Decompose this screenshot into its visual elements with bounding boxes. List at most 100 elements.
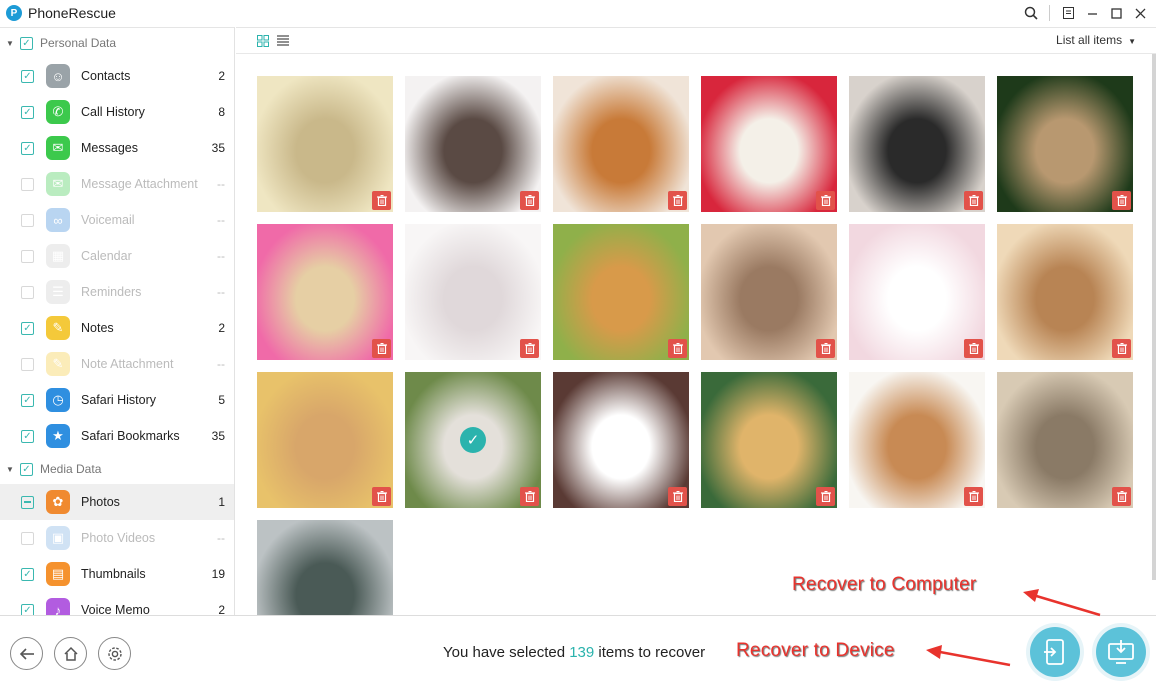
photo-thumbnail[interactable]: [553, 224, 689, 360]
sidebar-item-call-history[interactable]: ✓ ✆ Call History 8: [0, 94, 234, 130]
scrollbar[interactable]: [1152, 54, 1156, 580]
search-icon[interactable]: [1021, 3, 1041, 23]
item-checkbox[interactable]: ✓: [21, 69, 34, 83]
photo-thumbnail[interactable]: [405, 224, 541, 360]
item-checkbox[interactable]: ✓: [21, 105, 34, 119]
sidebar-item-voice-memo[interactable]: ✓ ♪ Voice Memo 2: [0, 592, 234, 615]
grid-view-icon[interactable]: [255, 33, 271, 49]
sidebar-item-notes[interactable]: ✓ ✎ Notes 2: [0, 310, 234, 346]
trash-icon[interactable]: [372, 339, 391, 358]
sidebar-item-label: Message Attachment: [81, 177, 198, 191]
recover-to-device-button[interactable]: [1030, 627, 1080, 677]
photo-thumbnail[interactable]: [849, 372, 985, 508]
group-checkbox[interactable]: ✓: [20, 462, 33, 476]
item-checkbox[interactable]: [21, 177, 34, 191]
chevron-down-icon[interactable]: ▼: [6, 39, 18, 48]
sidebar-item-calendar[interactable]: ▦ Calendar --: [0, 238, 234, 274]
item-checkbox[interactable]: ✓: [21, 141, 34, 155]
close-icon[interactable]: [1130, 3, 1150, 23]
trash-icon[interactable]: [964, 191, 983, 210]
trash-icon[interactable]: [816, 487, 835, 506]
sidebar-item-voicemail[interactable]: ∞ Voicemail --: [0, 202, 234, 238]
trash-icon[interactable]: [1112, 191, 1131, 210]
group-header[interactable]: ▼ ✓ Personal Data: [0, 28, 234, 58]
settings-button[interactable]: [98, 637, 131, 670]
photo-thumbnail[interactable]: [257, 224, 393, 360]
scrollbar-thumb[interactable]: [1152, 54, 1156, 580]
sidebar-item-message-attachment[interactable]: ✉ Message Attachment --: [0, 166, 234, 202]
check-icon: ✓: [460, 427, 486, 453]
photo-thumbnail[interactable]: [701, 372, 837, 508]
sidebar-item-reminders[interactable]: ☰ Reminders --: [0, 274, 234, 310]
voicemail-icon: ∞: [46, 208, 70, 232]
sidebar-item-photo-videos[interactable]: ▣ Photo Videos --: [0, 520, 234, 556]
sidebar-item-thumbnails[interactable]: ✓ ▤ Thumbnails 19: [0, 556, 234, 592]
photo-thumbnail[interactable]: [701, 76, 837, 212]
trash-icon[interactable]: [1112, 339, 1131, 358]
selected-count: 139: [569, 644, 595, 661]
minimize-icon[interactable]: [1082, 3, 1102, 23]
photo-thumbnail[interactable]: [849, 224, 985, 360]
photo-thumbnail[interactable]: ✓: [405, 372, 541, 508]
app-logo: P: [6, 5, 22, 21]
photo-thumbnail[interactable]: [701, 224, 837, 360]
home-button[interactable]: [54, 637, 87, 670]
annotation-arrow-device: [926, 645, 1011, 667]
photo-thumbnail[interactable]: [553, 372, 689, 508]
trash-icon[interactable]: [668, 339, 687, 358]
photo-thumbnail[interactable]: [997, 372, 1133, 508]
trash-icon[interactable]: [964, 487, 983, 506]
item-checkbox[interactable]: [21, 213, 34, 227]
trash-icon[interactable]: [372, 191, 391, 210]
trash-icon[interactable]: [520, 487, 539, 506]
back-button[interactable]: [10, 637, 43, 670]
menu-icon[interactable]: [1058, 3, 1078, 23]
photo-thumbnail[interactable]: [997, 224, 1133, 360]
sidebar-item-safari-history[interactable]: ✓ ◷ Safari History 5: [0, 382, 234, 418]
sidebar-item-label: Calendar: [81, 249, 132, 263]
sidebar-item-note-attachment[interactable]: ✎ Note Attachment --: [0, 346, 234, 382]
photo-thumbnail[interactable]: [405, 76, 541, 212]
trash-icon[interactable]: [668, 487, 687, 506]
item-checkbox[interactable]: ✓: [21, 603, 34, 615]
group-header[interactable]: ▼ ✓ Media Data: [0, 454, 234, 484]
trash-icon[interactable]: [520, 339, 539, 358]
device-export-icon: [1044, 639, 1064, 665]
sidebar-item-safari-bookmarks[interactable]: ✓ ★ Safari Bookmarks 35: [0, 418, 234, 454]
note-attachment-icon: ✎: [46, 352, 70, 376]
photo-thumbnail[interactable]: [257, 76, 393, 212]
item-checkbox[interactable]: [21, 249, 34, 263]
filter-dropdown[interactable]: List all items ▼: [1056, 33, 1136, 47]
sidebar-item-count: 8: [218, 105, 225, 119]
photo-thumbnail[interactable]: [997, 76, 1133, 212]
maximize-icon[interactable]: [1106, 3, 1126, 23]
trash-icon[interactable]: [964, 339, 983, 358]
item-checkbox[interactable]: [21, 357, 34, 371]
item-checkbox[interactable]: ✓: [21, 321, 34, 335]
list-view-icon[interactable]: [275, 33, 291, 49]
recover-to-computer-button[interactable]: [1096, 627, 1146, 677]
photo-thumbnail[interactable]: [257, 372, 393, 508]
trash-icon[interactable]: [372, 487, 391, 506]
thumbnails-icon: ▤: [46, 562, 70, 586]
sidebar-item-contacts[interactable]: ✓ ☺ Contacts 2: [0, 58, 234, 94]
photo-thumbnail[interactable]: [849, 76, 985, 212]
sidebar-item-photos[interactable]: ✿ Photos 1: [0, 484, 234, 520]
sidebar-item-label: Notes: [81, 321, 114, 335]
item-checkbox[interactable]: ✓: [21, 393, 34, 407]
item-checkbox[interactable]: [21, 531, 34, 545]
sidebar-item-messages[interactable]: ✓ ✉ Messages 35: [0, 130, 234, 166]
contacts-icon: ☺: [46, 64, 70, 88]
photo-thumbnail[interactable]: [553, 76, 689, 212]
item-checkbox[interactable]: [21, 285, 34, 299]
trash-icon[interactable]: [816, 339, 835, 358]
trash-icon[interactable]: [816, 191, 835, 210]
item-checkbox[interactable]: ✓: [21, 567, 34, 581]
trash-icon[interactable]: [1112, 487, 1131, 506]
item-checkbox[interactable]: ✓: [21, 429, 34, 443]
trash-icon[interactable]: [668, 191, 687, 210]
chevron-down-icon[interactable]: ▼: [6, 465, 18, 474]
trash-icon[interactable]: [520, 191, 539, 210]
group-checkbox[interactable]: ✓: [20, 36, 33, 50]
item-checkbox[interactable]: [21, 495, 34, 509]
